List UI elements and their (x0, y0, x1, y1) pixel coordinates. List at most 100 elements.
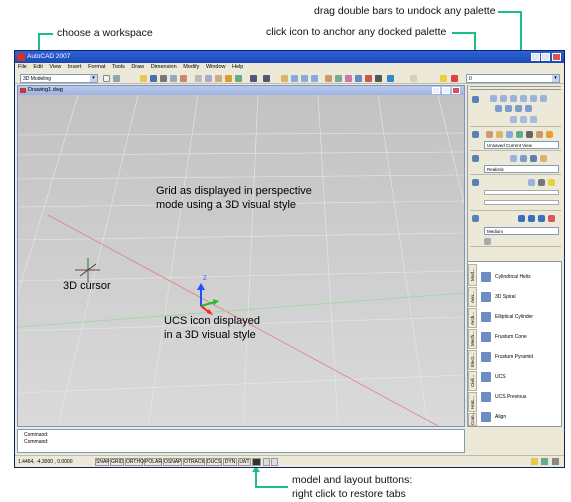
tab-hatches[interactable]: Hatc... (468, 392, 477, 412)
ducs-button[interactable]: DUCS (206, 458, 222, 466)
light-icon[interactable] (528, 179, 535, 186)
redo-icon[interactable] (263, 75, 270, 82)
loft-icon[interactable] (525, 105, 532, 112)
wedge-icon[interactable] (500, 95, 507, 102)
open-icon[interactable] (140, 75, 147, 82)
save-icon[interactable] (150, 75, 157, 82)
zoom-icon[interactable] (506, 131, 513, 138)
extrude-icon[interactable] (495, 105, 502, 112)
new-icon[interactable] (103, 75, 110, 82)
tab-command[interactable]: Com... (468, 412, 477, 426)
paste-icon[interactable] (215, 75, 222, 82)
3d-make-anchor-icon[interactable] (472, 96, 479, 103)
sheet-set-icon[interactable] (355, 75, 362, 82)
layout1-button[interactable] (263, 458, 270, 466)
lwt-button[interactable]: LWT (238, 458, 251, 466)
tab-civil[interactable]: Civil... (468, 371, 477, 391)
tab-architectural[interactable]: Arch... (468, 308, 477, 328)
close-button[interactable] (552, 53, 561, 61)
intersect-icon[interactable] (530, 116, 537, 123)
menu-insert[interactable]: Insert (68, 64, 82, 70)
brightness-slider[interactable] (484, 190, 559, 195)
menu-help[interactable]: Help (232, 64, 243, 70)
comm-center-icon[interactable] (541, 458, 548, 465)
osnap-button[interactable]: OSNAP (163, 458, 182, 466)
undo-icon[interactable] (250, 75, 257, 82)
contrast-slider[interactable] (484, 200, 559, 205)
material-map-icon[interactable] (528, 215, 535, 222)
layer-icon[interactable] (451, 75, 458, 82)
layout2-button[interactable] (271, 458, 278, 466)
layer-select[interactable]: 0 ▾ (466, 74, 560, 83)
material-icon[interactable] (518, 215, 525, 222)
sun-icon[interactable] (548, 179, 555, 186)
material-select[interactable]: Medium (484, 227, 559, 235)
3d-navigate-anchor-icon[interactable] (472, 131, 479, 138)
lock-icon[interactable] (531, 458, 538, 465)
visual-style-anchor-icon[interactable] (472, 155, 479, 162)
model-button[interactable] (252, 458, 261, 466)
tool-cylindrical-helix[interactable]: Cylindrical Helix (481, 270, 531, 284)
settings-icon[interactable] (113, 75, 120, 82)
otrack-button[interactable]: OTRACK (183, 458, 205, 466)
fly-icon[interactable] (536, 131, 543, 138)
block-editor-icon[interactable] (235, 75, 242, 82)
zoom-previous-icon[interactable] (311, 75, 318, 82)
maximize-button[interactable] (541, 53, 550, 61)
orbit-icon[interactable] (486, 131, 493, 138)
menu-file[interactable]: File (18, 64, 27, 70)
cut-icon[interactable] (195, 75, 202, 82)
zoom-realtime-icon[interactable] (291, 75, 298, 82)
perspective-icon[interactable] (546, 131, 553, 138)
tab-annotation[interactable]: Ann... (468, 287, 477, 307)
pan-icon[interactable] (281, 75, 288, 82)
tool-elliptical-cylinder[interactable]: Elliptical Cylinder (481, 310, 533, 324)
render-icon[interactable] (548, 215, 555, 222)
print-icon[interactable] (160, 75, 167, 82)
torus-icon[interactable] (540, 95, 547, 102)
layer-state-icon[interactable] (440, 75, 447, 82)
menu-window[interactable]: Window (206, 64, 226, 70)
zoom-window-icon[interactable] (301, 75, 308, 82)
drawing-minimize-button[interactable] (432, 87, 440, 94)
drawing-viewport[interactable]: Z Grid as displayed in perspective mode … (18, 95, 464, 426)
snap-button[interactable]: SNAP (95, 458, 110, 466)
visual-style-select[interactable]: Realistic (484, 165, 559, 173)
cone-icon[interactable] (510, 95, 517, 102)
command-prompt-line[interactable]: Command: (24, 439, 458, 446)
ortho-button[interactable]: ORTHO (125, 458, 144, 466)
conceptual-icon[interactable] (540, 155, 547, 162)
design-center-icon[interactable] (335, 75, 342, 82)
union-icon[interactable] (510, 116, 517, 123)
help-icon[interactable] (387, 75, 394, 82)
clean-screen-icon[interactable] (552, 458, 559, 465)
palette-grip[interactable] (470, 86, 561, 90)
sphere-icon[interactable] (520, 95, 527, 102)
polar-button[interactable]: POLAR (144, 458, 162, 466)
cylinder-icon[interactable] (530, 95, 537, 102)
copy-icon[interactable] (205, 75, 212, 82)
coordinates-readout[interactable]: 1.4464, -4.3000 , 0.0000 (18, 458, 73, 466)
quickcalc-icon[interactable] (375, 75, 382, 82)
material-list-icon[interactable] (538, 215, 545, 222)
properties-icon[interactable] (325, 75, 332, 82)
box-icon[interactable] (490, 95, 497, 102)
menu-tools[interactable]: Tools (112, 64, 125, 70)
command-window[interactable]: Command: Command: (17, 429, 465, 453)
tab-mechanical[interactable]: Mech... (468, 329, 477, 349)
render-settings-icon[interactable] (484, 238, 491, 245)
menu-format[interactable]: Format (88, 64, 105, 70)
drawing-maximize-button[interactable] (442, 87, 450, 94)
realistic-icon[interactable] (530, 155, 537, 162)
sweep-icon[interactable] (515, 105, 522, 112)
3d-hidden-icon[interactable] (520, 155, 527, 162)
tool-ucs-previous[interactable]: UCS Previous (481, 390, 526, 404)
menu-dimension[interactable]: Dimension (151, 64, 177, 70)
grid-button[interactable]: GRID (110, 458, 124, 466)
chevron-down-icon[interactable]: ▾ (552, 75, 559, 82)
2d-wireframe-icon[interactable] (510, 155, 517, 162)
menu-edit[interactable]: Edit (33, 64, 42, 70)
tool-palettes-icon[interactable] (345, 75, 352, 82)
materials-anchor-icon[interactable] (472, 215, 479, 222)
workspace-select[interactable]: 3D Modeling ▾ (20, 74, 98, 83)
